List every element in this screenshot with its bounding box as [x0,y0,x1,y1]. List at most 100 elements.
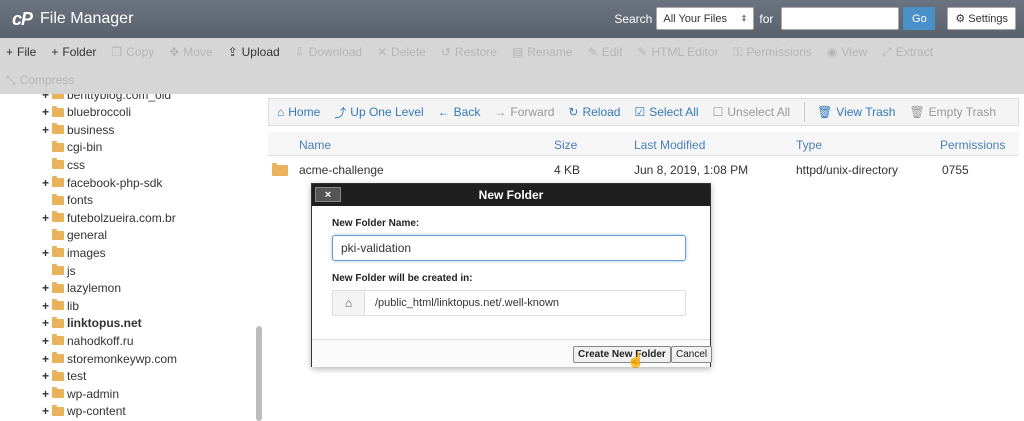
expand-plus-icon[interactable]: + [42,334,52,348]
expand-plus-icon[interactable]: + [42,123,52,137]
tree-item[interactable]: + lazylemon [42,280,121,297]
forward-button[interactable]: → Forward [494,105,554,119]
expand-plus-icon[interactable]: + [42,299,52,313]
back-button[interactable]: ← Back [438,105,481,119]
toolbar-move-button[interactable]: ✥ Move [169,45,212,59]
copy-icon: ❐ [111,45,123,59]
cancel-button[interactable]: Cancel [671,346,713,363]
tree-item[interactable]: general [42,227,107,244]
expand-plus-icon[interactable]: + [42,316,52,330]
expand-plus-icon[interactable]: + [42,105,52,119]
expand-plus-icon[interactable]: + [42,176,52,190]
cpanel-logo[interactable]: cP [12,9,33,30]
toolbar-download-button[interactable]: ⇩ Download [295,45,362,59]
delete-icon: ✕ [377,45,388,59]
tree-item-label: lazylemon [67,281,122,296]
go-button[interactable]: Go [903,7,936,30]
toolbar-label: HTML Editor [651,45,719,59]
toolbar-compress-button[interactable]: ⤡ Compress [6,73,74,88]
toolbar-edit-button[interactable]: ✎ Edit [588,45,623,59]
tree-item[interactable]: + benttyblog.com_old [42,94,171,103]
tree-item-label: bluebroccoli [67,105,132,120]
expand-plus-icon[interactable]: + [42,211,52,225]
tree-item-label: test [67,369,87,384]
settings-button[interactable]: ⚙ Settings [947,7,1016,30]
table-row[interactable]: acme-challenge 4 KB Jun 8, 2019, 1:08 PM… [268,158,1019,180]
home-icon: ⌂ [277,105,285,119]
tree-item[interactable]: fonts [42,192,93,209]
select-all-button[interactable]: ☑ Select All [634,105,698,119]
tree-item-label: linktopus.net [67,316,142,331]
folder-name-input[interactable]: pki-validation [332,235,686,261]
empty-trash-button[interactable]: 🗑 Empty Trash [909,105,996,119]
create-new-folder-button[interactable]: Create New Folder [573,346,671,363]
toolbar-label: Restore [454,45,497,59]
expand-plus-icon[interactable]: + [42,246,52,260]
toolbar-permissions-button[interactable]: ⚿ Permissions [733,45,812,60]
tree-item[interactable]: + wp-admin [42,385,119,402]
reload-icon: ↻ [568,105,579,119]
move-icon: ✥ [169,45,180,59]
settings-label: Settings [968,12,1008,25]
toolbar-copy-button[interactable]: ❐ Copy [111,45,154,59]
app-header: cP File Manager Search All Your Files ⇕ … [0,0,1024,38]
expand-plus-icon[interactable]: + [42,387,52,401]
tree-item[interactable]: + linktopus.net [42,315,142,332]
search-scope-value: All Your Files [663,12,727,25]
toolbar-folder-button[interactable]: + Folder [51,45,96,59]
search-input[interactable] [781,7,900,30]
folder-icon [52,246,64,258]
col-permissions[interactable]: Permissions [940,138,1005,152]
toolbar-extract-button[interactable]: ⤢ Extract [882,45,933,60]
toolbar-label: Upload [241,45,280,59]
dialog-title-bar: × New Folder [312,184,710,206]
tree-item[interactable]: + lib [42,297,79,314]
expand-plus-icon[interactable]: + [42,352,52,366]
tree-item[interactable]: + wp-content [42,403,126,420]
expand-plus-icon[interactable]: + [42,369,52,383]
col-name[interactable]: Name [299,138,331,152]
toolbar-html-editor-button[interactable]: ✎ HTML Editor [637,45,718,59]
tree-item[interactable]: cgi-bin [42,139,102,156]
tree-item-label: css [67,157,85,172]
tree-item[interactable]: + futebolzueira.com.br [42,209,176,226]
view-trash-button[interactable]: 🗑 View Trash [817,105,895,119]
toolbar-rename-button[interactable]: ▤ Rename [512,45,573,59]
folder-icon [52,193,64,205]
col-type[interactable]: Type [796,138,822,152]
sidebar-scrollbar[interactable] [256,326,262,421]
tree-item[interactable]: + bluebroccoli [42,104,131,121]
tree-item[interactable]: + storemonkeywp.com [42,350,177,367]
tree-item[interactable]: + business [42,121,114,138]
home-button[interactable]: ⌂ Home [277,105,320,119]
col-size[interactable]: Size [554,138,577,152]
toolbar-restore-button[interactable]: ↺ Restore [441,45,497,59]
tree-item[interactable]: css [42,156,85,173]
expand-plus-icon[interactable]: + [42,94,52,102]
tree-item[interactable]: + nahodkoff.ru [42,332,134,349]
col-modified[interactable]: Last Modified [634,138,705,152]
tree-item-label: js [67,263,76,278]
app-title: File Manager [40,10,134,27]
toolbar-label: Extract [895,45,934,59]
tree-item[interactable]: js [42,262,76,279]
close-icon[interactable]: × [315,187,341,202]
reload-button[interactable]: ↻ Reload [568,105,620,119]
search-scope-select[interactable]: All Your Files ⇕ [656,7,755,30]
toolbar-view-button[interactable]: ◉ View [827,45,867,59]
for-label: for [759,11,774,26]
toolbar-row-2: ⤡ Compress [0,66,1024,94]
up-one-level-button[interactable]: ⤴ Up One Level [334,104,423,121]
gear-icon: ⚙ [955,13,966,25]
toolbar-file-button[interactable]: + File [6,45,36,59]
tree-item[interactable]: + images [42,244,106,261]
trash-empty-icon: 🗑 [909,105,925,119]
tree-item[interactable]: + test [42,368,86,385]
toolbar-upload-button[interactable]: ⇪ Upload [228,45,280,59]
permissions-icon: ⚿ [733,44,743,59]
toolbar-delete-button[interactable]: ✕ Delete [377,45,426,59]
expand-plus-icon[interactable]: + [42,281,52,295]
unselect-all-button[interactable]: ☐ Unselect All [713,105,790,119]
tree-item[interactable]: + facebook-php-sdk [42,174,162,191]
expand-plus-icon[interactable]: + [42,404,52,418]
